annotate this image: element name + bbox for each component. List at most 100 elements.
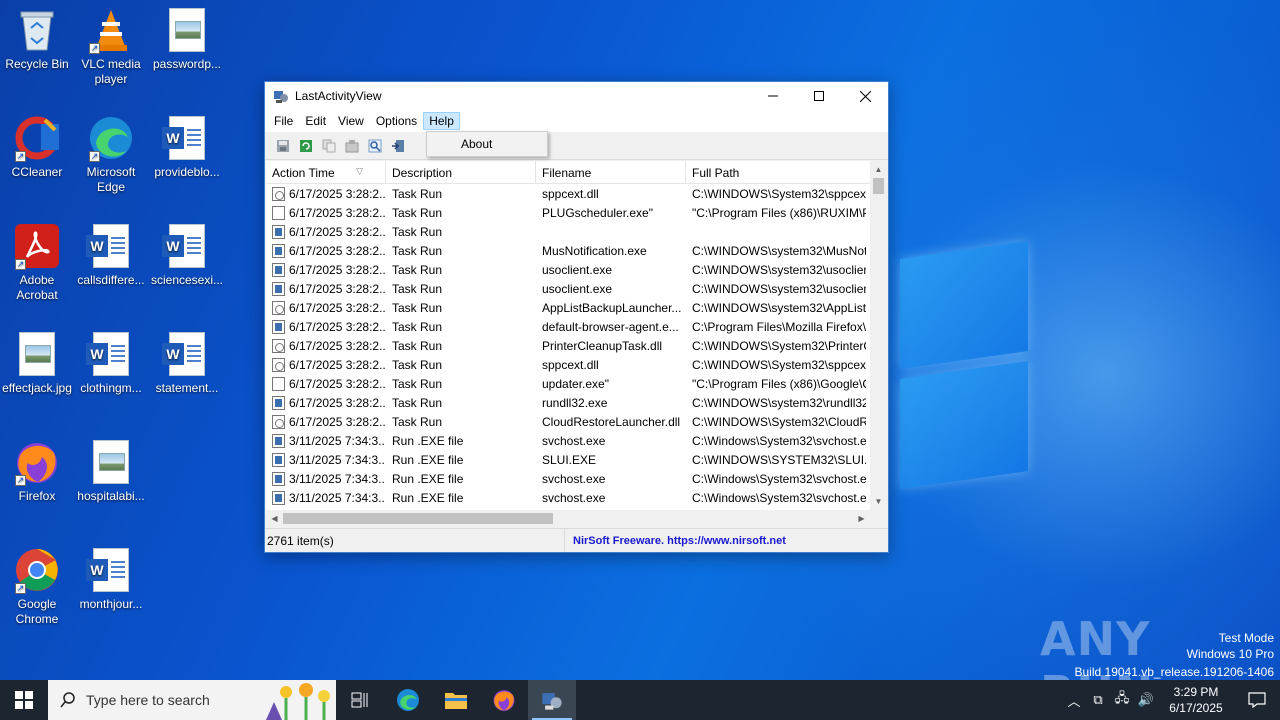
horizontal-scroll-thumb[interactable] (283, 513, 553, 524)
task-view-icon (351, 692, 368, 708)
table-row[interactable]: 6/17/2025 3:28:2... Task Run AppListBackup… (266, 298, 887, 317)
desktop-icon-firefox[interactable]: ↗ Firefox (0, 438, 74, 504)
menu-view[interactable]: View (332, 112, 370, 130)
table-row[interactable]: 3/11/2025 7:34:3... Run .EXE file svchost.… (266, 431, 887, 450)
desktop-icon-effectjack[interactable]: effectjack.jpg (0, 330, 74, 396)
table-row[interactable]: 6/17/2025 3:28:2... Task Run CloudRestoreL… (266, 412, 887, 431)
clock[interactable]: 3:29 PM 6/17/2025 (1158, 684, 1234, 716)
action-time-text: 6/17/2025 3:28:2... (289, 319, 386, 334)
desktop-icon-label: hospitalabi... (77, 489, 145, 503)
network-icon[interactable]: 🖧 (1110, 689, 1134, 711)
properties-button[interactable] (342, 136, 361, 155)
action-time-text: 6/17/2025 3:28:2... (289, 186, 386, 201)
table-row[interactable]: 3/11/2025 7:34:3... Run .EXE file SLUI.EXE… (266, 450, 887, 469)
table-row[interactable]: 6/17/2025 3:28:2... Task Run usoclient.exe… (266, 279, 887, 298)
scroll-down-icon[interactable]: ▼ (870, 493, 887, 510)
desktop-icon-provideblo[interactable]: provideblo... (150, 114, 224, 180)
taskbar-file-explorer[interactable] (432, 680, 480, 720)
vertical-scrollbar[interactable]: ▲ ▼ (870, 161, 887, 510)
scroll-left-icon[interactable]: ◀ (266, 510, 283, 527)
table-row[interactable]: 6/17/2025 3:28:2... Task Run PrinterCleanu… (266, 336, 887, 355)
table-row[interactable]: 6/17/2025 3:28:2... Task Run rundll32.exe C… (266, 393, 887, 412)
vertical-scroll-thumb[interactable] (873, 178, 884, 194)
horizontal-scrollbar[interactable]: ◀ ▶ (266, 510, 887, 527)
firefox-icon (493, 690, 515, 711)
column-filename[interactable]: Filename (536, 161, 686, 183)
table-row[interactable]: 6/17/2025 3:28:2... Task Run sppcext.dll C:… (266, 184, 887, 203)
close-button[interactable] (842, 82, 888, 110)
desktop-icon-label: passwordp... (152, 57, 222, 71)
desktop-icon-callsdiffere[interactable]: callsdiffere... (74, 222, 148, 288)
cell-action-time: 6/17/2025 3:28:2... (266, 281, 386, 296)
exit-button[interactable] (388, 136, 407, 155)
show-hidden-icons-chevron-up-icon[interactable]: ︿ (1062, 691, 1086, 710)
cell-description: Task Run (392, 319, 443, 334)
desktop-icon-label: provideblo... (154, 165, 220, 179)
table-row[interactable]: 6/17/2025 3:28:2... Task Run PLUGscheduler… (266, 203, 887, 222)
taskbar-search[interactable]: Type here to search (48, 680, 336, 720)
desktop-icon-acrobat[interactable]: ↗ Adobe Acrobat (0, 222, 74, 303)
volume-icon[interactable]: 🔊 (1134, 692, 1158, 708)
window-title: LastActivityView (295, 89, 382, 103)
start-button[interactable] (0, 680, 48, 720)
taskbar-edge[interactable] (384, 680, 432, 720)
table-row[interactable]: 3/11/2025 7:34:3... Run .EXE file svchost.… (266, 469, 887, 488)
desktop-icon-sciencesexi[interactable]: sciencesexi... (150, 222, 224, 288)
desktop-icon-monthjour[interactable]: monthjour... (74, 546, 148, 612)
desktop-icon-hospitalabi[interactable]: hospitalabi... (74, 438, 148, 504)
refresh-button[interactable] (296, 136, 315, 155)
table-row[interactable]: 6/17/2025 3:28:2... Task Run default-brows… (266, 317, 887, 336)
help-menu-dropdown: About (426, 131, 548, 157)
file-type-icon (272, 452, 285, 467)
menu-edit[interactable]: Edit (299, 112, 332, 130)
desktop-icon-recycle-bin[interactable]: Recycle Bin (0, 6, 74, 72)
scroll-right-icon[interactable]: ▶ (853, 510, 870, 527)
desktop-icon-clothingm[interactable]: clothingm... (74, 330, 148, 396)
file-type-icon (272, 338, 285, 353)
action-time-text: 3/11/2025 7:34:3... (289, 433, 386, 448)
action-center-button[interactable] (1234, 691, 1280, 709)
desktop-icon-chrome[interactable]: ↗ Google Chrome (0, 546, 74, 627)
desktop-icon-statement[interactable]: statement... (150, 330, 224, 396)
minimize-icon (768, 95, 778, 97)
save-button[interactable] (273, 136, 292, 155)
menu-options[interactable]: Options (370, 112, 423, 130)
scroll-up-icon[interactable]: ▲ (870, 161, 887, 178)
file-type-icon (272, 319, 285, 334)
lastactivityview-window[interactable]: LastActivityView File Edit View Options … (264, 81, 889, 553)
menu-file[interactable]: File (268, 112, 299, 130)
taskbar-firefox[interactable] (480, 680, 528, 720)
desktop-icon-label: statement... (155, 381, 219, 395)
task-view-button[interactable] (336, 680, 384, 720)
activity-list[interactable]: Action Time ▽ Description Filename Full P… (266, 161, 887, 527)
desktop-icon-vlc[interactable]: ↗ VLC media player (74, 6, 148, 87)
file-type-icon (272, 224, 285, 239)
desktop-icon-edge[interactable]: ↗ Microsoft Edge (74, 114, 148, 195)
cell-action-time: 6/17/2025 3:28:2... (266, 205, 386, 220)
menu-help[interactable]: Help (423, 112, 460, 130)
device-icon[interactable]: ⧉ (1086, 692, 1110, 708)
menu-item-about[interactable]: About (461, 137, 492, 151)
action-time-text: 6/17/2025 3:28:2... (289, 243, 386, 258)
table-row[interactable]: 6/17/2025 3:28:2... Task Run MusNotificati… (266, 241, 887, 260)
desktop-icon-passwordp[interactable]: passwordp... (150, 6, 224, 72)
cell-full-path: C:\WINDOWS\system32\MusNoti (692, 243, 866, 258)
table-row[interactable]: 6/17/2025 3:28:2... Task Run usoclient.exe… (266, 260, 887, 279)
minimize-button[interactable] (750, 82, 796, 110)
column-action-time[interactable]: Action Time ▽ (266, 161, 386, 183)
desktop-icon-ccleaner[interactable]: ↗ CCleaner (0, 114, 74, 180)
taskbar-lastactivityview[interactable] (528, 680, 576, 720)
copy-button[interactable] (319, 136, 338, 155)
nirsoft-link[interactable]: NirSoft Freeware. https://www.nirsoft.ne… (565, 535, 786, 547)
table-row[interactable]: 6/17/2025 3:28:2... Task Run (266, 222, 887, 241)
table-row[interactable]: 3/11/2025 7:34:3... Run .EXE file svchost.… (266, 488, 887, 507)
find-button[interactable] (365, 136, 384, 155)
table-row[interactable]: 6/17/2025 3:28:2... Task Run updater.exe" "… (266, 374, 887, 393)
cell-action-time: 6/17/2025 3:28:2... (266, 395, 386, 410)
refresh-icon (299, 139, 312, 152)
title-bar[interactable]: LastActivityView (265, 82, 888, 110)
table-row[interactable]: 6/17/2025 3:28:2... Task Run sppcext.dll C:… (266, 355, 887, 374)
maximize-button[interactable] (796, 82, 842, 110)
column-full-path[interactable]: Full Path (686, 161, 872, 183)
column-description[interactable]: Description (386, 161, 536, 183)
